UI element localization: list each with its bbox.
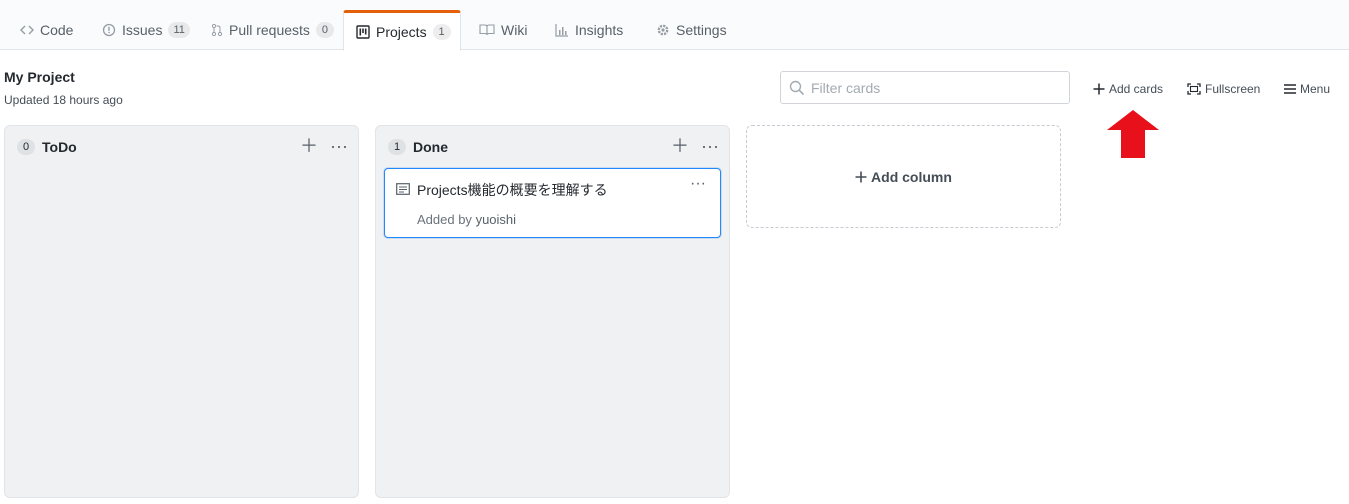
issue-icon — [102, 23, 116, 37]
menu-button[interactable]: Menu — [1284, 80, 1330, 98]
tab-label: Issues — [122, 22, 163, 38]
column-done: 1 Done ＋ ··· Projects機能の概要を理解する Added by… — [375, 125, 730, 498]
projects-counter: 1 — [432, 23, 451, 40]
issues-counter: 11 — [168, 22, 190, 38]
tab-label: Projects — [376, 23, 427, 40]
filter-cards-input[interactable] — [811, 79, 1061, 96]
tab-projects[interactable]: Projects 1 — [343, 10, 461, 51]
fullscreen-icon — [1187, 83, 1201, 95]
plus-icon — [1093, 83, 1105, 95]
menu-label: Menu — [1300, 82, 1331, 96]
graph-icon — [555, 23, 569, 37]
project-updated: Updated 18 hours ago — [4, 93, 123, 107]
tab-settings[interactable]: Settings — [644, 10, 739, 50]
plus-icon — [855, 171, 867, 183]
column-name: Done — [413, 139, 448, 155]
column-todo: 0 ToDo ＋ ··· — [4, 125, 359, 498]
column-menu-icon[interactable]: ··· — [701, 136, 719, 156]
column-header: 0 ToDo — [17, 139, 77, 155]
annotation-arrow-icon — [1107, 110, 1159, 158]
project-icon — [356, 24, 370, 39]
add-column-label: Add column — [871, 168, 952, 185]
gear-icon — [656, 23, 670, 37]
card-title: Projects機能の概要を理解する — [417, 182, 608, 198]
card-added-by: Added by yuoishi — [417, 212, 516, 227]
tab-label: Settings — [676, 22, 727, 38]
repo-nav-tabs: Code Issues 11 Pull requests 0 Projects … — [0, 0, 1349, 51]
column-menu-icon[interactable]: ··· — [330, 136, 348, 156]
tab-label: Pull requests — [229, 22, 310, 38]
tab-wiki[interactable]: Wiki — [467, 10, 539, 50]
column-header: 1 Done — [388, 139, 448, 155]
fullscreen-label: Fullscreen — [1205, 82, 1261, 96]
project-title: My Project — [4, 69, 75, 85]
pull-request-icon — [211, 23, 223, 37]
add-cards-label: Add cards — [1109, 82, 1164, 96]
column-count: 1 — [388, 139, 406, 155]
tab-issues[interactable]: Issues 11 — [90, 10, 202, 50]
book-icon — [479, 24, 495, 36]
add-card-plus-icon[interactable]: ＋ — [300, 136, 318, 156]
project-card[interactable]: Projects機能の概要を理解する Added by yuoishi ··· — [384, 168, 721, 238]
added-by-prefix: Added by — [417, 212, 472, 227]
column-count: 0 — [17, 139, 35, 155]
tab-label: Code — [40, 22, 74, 38]
add-column-button[interactable]: Add column — [746, 125, 1061, 228]
column-name: ToDo — [42, 139, 77, 155]
column-actions: ＋ ··· — [671, 136, 719, 156]
hamburger-icon — [1284, 84, 1296, 94]
pull-requests-counter: 0 — [315, 22, 334, 38]
card-menu-icon[interactable]: ··· — [690, 175, 706, 193]
tab-code[interactable]: Code — [8, 10, 85, 50]
tab-label: Insights — [575, 22, 624, 38]
add-cards-button[interactable]: Add cards — [1093, 80, 1163, 98]
fullscreen-button[interactable]: Fullscreen — [1187, 80, 1260, 98]
note-icon — [396, 182, 410, 200]
tab-label: Wiki — [501, 22, 528, 38]
search-icon — [789, 80, 805, 96]
card-author-link[interactable]: yuoishi — [476, 212, 516, 227]
filter-cards[interactable] — [780, 71, 1070, 104]
tab-insights[interactable]: Insights — [543, 10, 635, 50]
tab-pull-requests[interactable]: Pull requests 0 — [199, 10, 346, 50]
code-icon — [20, 23, 34, 37]
column-actions: ＋ ··· — [300, 136, 348, 156]
add-card-plus-icon[interactable]: ＋ — [671, 136, 689, 156]
